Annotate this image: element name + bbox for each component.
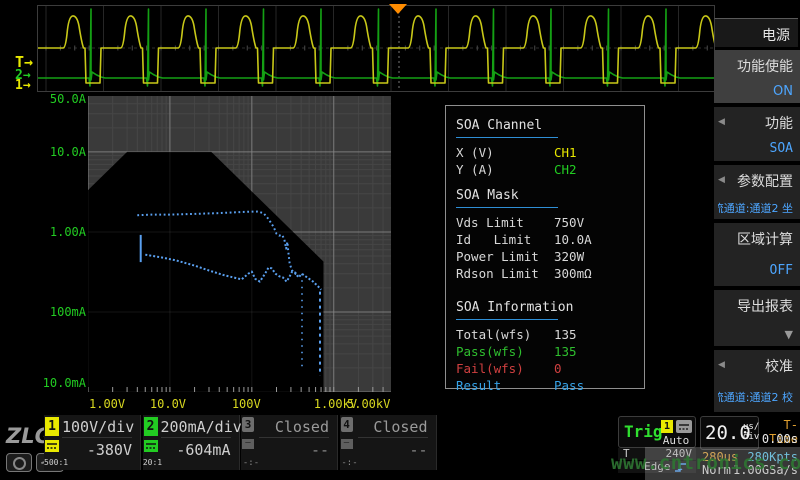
channel-scale: 200mA/div: [161, 418, 231, 438]
underline: [456, 207, 558, 208]
channel-offset: -380V: [62, 441, 132, 460]
channel-1-module[interactable]: 100V/div -380V1 500:1: [44, 415, 141, 470]
channel-4-module[interactable]: Closed -- 4 – -:-: [340, 415, 437, 470]
underline: [456, 319, 558, 320]
trigger-mode: Auto: [659, 434, 693, 447]
channel-number-badge: 1: [45, 417, 59, 436]
soa-row-fail: Fail(wfs)0: [456, 360, 644, 377]
soa-xy-plot: [88, 96, 391, 392]
item-value: 流通道:通道2 校: [718, 389, 793, 405]
dc-coupling-icon: [45, 440, 59, 452]
timebase-unit-top: us/: [743, 422, 759, 432]
y-tick-label: 1.00A: [36, 225, 86, 239]
coupling-off-icon: –: [341, 439, 353, 449]
item-value: OFF: [718, 263, 793, 278]
y-tick-label: 100mA: [36, 305, 86, 319]
soa-row-x: X (V)CH1: [456, 144, 644, 161]
coupling-off-icon: –: [242, 439, 254, 449]
x-tick-label: 5.00kV: [347, 397, 390, 411]
ch1-ground-marker[interactable]: 1→: [15, 78, 31, 93]
channel-3-module[interactable]: Closed -- 3 – -:-: [241, 415, 338, 470]
touch-icon[interactable]: [6, 453, 32, 472]
sidebar-power-button[interactable]: 电源: [714, 18, 798, 47]
sidebar-item-export-report[interactable]: 导出报表 ▼: [714, 290, 800, 346]
soa-row-y: Y (A)CH2: [456, 161, 644, 178]
trigger-coupling-icon: [676, 420, 692, 433]
t-time-value: 0.00s: [750, 432, 798, 446]
soa-mask-title: SOA Mask: [456, 188, 644, 203]
soa-information-title: SOA Information: [456, 300, 644, 315]
x-tick-label: 10.0V: [150, 397, 186, 411]
ch1-marker-arrow-icon: →: [23, 78, 31, 93]
soa-row-total: Total(wfs)135: [456, 326, 644, 343]
soa-row-id: Id Limit10.0A: [456, 231, 644, 248]
soa-row-result: ResultPass: [456, 377, 644, 394]
dc-coupling-icon: [144, 440, 158, 452]
chevron-left-icon: ◀: [718, 360, 725, 370]
item-label: 功能: [765, 116, 793, 132]
probe-ratio: 20:1: [143, 458, 163, 467]
y-tick-label: 50.0A: [36, 92, 86, 106]
channel-number-badge: 2: [144, 417, 158, 436]
channel-scale: Closed: [358, 418, 428, 438]
watermark-text: www.cntronics.com: [611, 452, 800, 474]
channel-scale: 100V/div: [62, 418, 132, 438]
chevron-left-icon: ◀: [718, 117, 725, 127]
item-label: 参数配置: [737, 174, 793, 190]
x-tick-label: 1.00V: [89, 397, 125, 411]
sidebar-item-area-calc[interactable]: 区域计算 OFF: [714, 223, 800, 286]
oscilloscope-screen: T→ 2→ 1→ 50.0A10.0A1.00A100mA10.0mA 1.00…: [0, 0, 800, 480]
item-label: 区域计算: [737, 232, 793, 248]
channel-2-module[interactable]: 200mA/div -604mA2 20:1: [143, 415, 240, 470]
y-tick-label: 10.0A: [36, 145, 86, 159]
soa-info-panel: SOA Channel X (V)CH1 Y (A)CH2 SOA Mask V…: [445, 105, 645, 389]
channel-number-badge: 3: [242, 417, 254, 432]
chevron-left-icon: ◀: [718, 175, 725, 185]
item-value: ON: [718, 84, 793, 99]
ch1-marker-label: 1: [15, 78, 23, 93]
soa-channel-title: SOA Channel: [456, 118, 644, 133]
sidebar-item-function-enable[interactable]: 功能使能 ON: [714, 50, 800, 103]
probe-ratio: -:-: [340, 458, 360, 468]
probe-ratio: -:-: [241, 458, 261, 468]
item-label: 功能使能: [737, 59, 793, 75]
channel-offset: --: [358, 441, 428, 460]
channel-scale: Closed: [259, 418, 329, 438]
trigger-source-badge: 1: [661, 420, 673, 433]
sidebar-item-calibration[interactable]: ◀ 校准 流通道:通道2 校: [714, 350, 800, 412]
item-label: 导出报表: [737, 299, 793, 315]
item-label: 校准: [765, 359, 793, 375]
trigger-status-box[interactable]: Trig 1 Auto: [618, 416, 696, 448]
chevron-down-icon: ▼: [718, 328, 793, 341]
sidebar-item-function[interactable]: ◀ 功能 SOA: [714, 107, 800, 161]
trigger-position-marker-icon[interactable]: [389, 4, 407, 14]
trig-label: Trig: [624, 422, 663, 441]
x-tick-label: 100V: [232, 397, 261, 411]
soa-row-pass: Pass(wfs)135: [456, 343, 644, 360]
channel-offset: --: [259, 441, 329, 460]
sidebar-item-parameter-config[interactable]: ◀ 参数配置 流通道:通道2 坐: [714, 165, 800, 219]
soa-row-rdson: Rdson Limit300mΩ: [456, 265, 644, 282]
channel-offset: -604mA: [161, 441, 231, 460]
soa-row-power: Power Limit320W: [456, 248, 644, 265]
probe-ratio: 500:1: [44, 458, 64, 467]
waveform-strip: [37, 5, 715, 92]
item-value: SOA: [718, 141, 793, 156]
y-tick-label: 10.0mA: [36, 376, 86, 390]
soa-row-vds: Vds Limit750V: [456, 214, 644, 231]
underline: [456, 137, 558, 138]
item-value: 流通道:通道2 坐: [718, 200, 793, 216]
channel-number-badge: 4: [341, 417, 353, 432]
